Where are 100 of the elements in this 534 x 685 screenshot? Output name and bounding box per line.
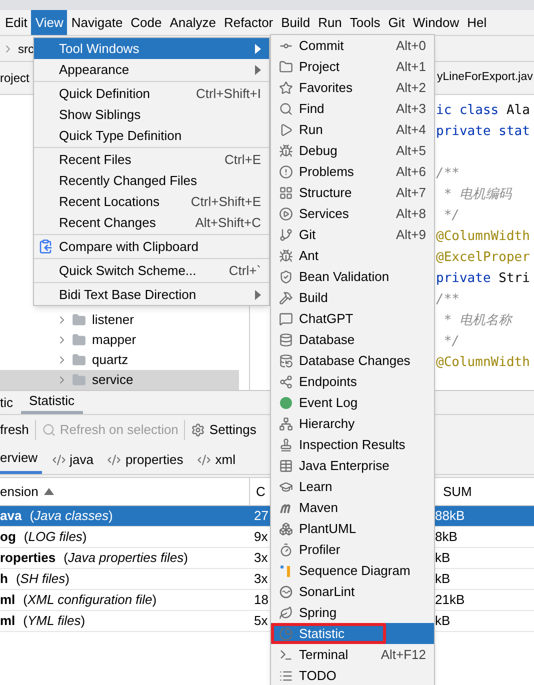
table-cell: 21kB: [435, 592, 465, 608]
folder-icon: [279, 60, 293, 74]
menu-item[interactable]: Quick Definition Ctrl+Shift+I: [34, 83, 269, 104]
menu-item[interactable]: ChatGPT: [271, 308, 434, 329]
menu-bar-item[interactable]: Analyze: [166, 10, 220, 35]
file-type-name: h: [0, 570, 8, 588]
toolbar-button[interactable]: fresh: [0, 420, 29, 440]
menu-bar-item[interactable]: Build: [277, 10, 314, 35]
menu-bar-item[interactable]: Window: [408, 10, 464, 35]
table-cell: 3x: [254, 571, 268, 586]
menu-item[interactable]: Commit Alt+0: [271, 35, 434, 56]
menu-bar-item[interactable]: Git: [384, 10, 409, 35]
menu-item[interactable]: Build: [271, 287, 434, 308]
menu-item[interactable]: Services Alt+8: [271, 203, 434, 224]
list-icon: [279, 668, 293, 682]
menu-item[interactable]: Quick Type Definition: [34, 125, 269, 146]
menu-item[interactable]: Quick Switch Scheme... Ctrl+`: [34, 260, 269, 281]
table-cell: kB: [435, 550, 450, 566]
grid-icon: [279, 186, 293, 200]
menu-item[interactable]: Learn: [271, 476, 434, 497]
menu-bar-item[interactable]: Run: [314, 10, 346, 35]
tree-item[interactable]: mapper: [0, 330, 239, 350]
menu-item[interactable]: Endpoints: [271, 371, 434, 392]
toolbar-button[interactable]: Settings: [191, 420, 256, 440]
search-icon: [42, 423, 56, 437]
menu-bar-item[interactable]: Tools: [346, 10, 384, 35]
view-tab[interactable]: erview: [0, 445, 42, 474]
file-type-name: roperties: [0, 549, 56, 568]
menu-item[interactable]: Statistic: [271, 623, 434, 644]
tree-item[interactable]: listener: [0, 310, 239, 330]
tree-item[interactable]: service: [0, 370, 239, 390]
menu-item[interactable]: Event Log: [271, 392, 434, 413]
menu-item[interactable]: Recently Changed Files: [34, 170, 269, 191]
code-line: */: [442, 207, 460, 225]
leaf-icon: [279, 606, 293, 620]
editor-tab[interactable]: yLineForExport.jav: [437, 69, 533, 87]
menu-item[interactable]: Ant: [271, 245, 434, 266]
menu-item[interactable]: Git Alt+9: [271, 224, 434, 245]
menu-item[interactable]: Bean Validation: [271, 266, 434, 287]
panel-tab[interactable]: tic: [0, 391, 21, 414]
breadcrumb-item[interactable]: src: [18, 40, 34, 58]
code-line: @ExcelProper: [436, 249, 531, 267]
menu-item[interactable]: Hierarchy: [271, 413, 434, 434]
menu-item[interactable]: Java Enterprise: [271, 455, 434, 476]
menu-item[interactable]: Debug Alt+5: [271, 140, 434, 161]
menu-item[interactable]: TODO: [271, 665, 434, 685]
submenu-arrow-icon: [255, 64, 261, 74]
menu-bar-item[interactable]: Hel: [463, 10, 491, 35]
table-cell: 8kB: [435, 529, 458, 544]
timer-icon: [279, 542, 293, 556]
menu-bar-item[interactable]: View: [31, 10, 68, 35]
tree-item[interactable]: quartz: [0, 350, 239, 370]
column-header[interactable]: SUM: [443, 482, 472, 502]
panel-tab[interactable]: Statistic: [21, 391, 83, 414]
menu-item[interactable]: Inspection Results: [271, 434, 434, 455]
menu-bar-item[interactable]: Edit: [1, 10, 32, 35]
table-cell: 9x: [254, 529, 268, 544]
graduation-cap-icon: [279, 480, 293, 494]
menu-item[interactable]: Bidi Text Base Direction: [34, 284, 269, 305]
play-circle-icon: [279, 206, 293, 220]
table-cell: 27: [254, 508, 268, 524]
menu-item[interactable]: Tool Windows: [34, 38, 269, 59]
menu-item[interactable]: Run Alt+4: [271, 119, 434, 140]
file-type-name: ml: [0, 591, 16, 610]
menu-item[interactable]: Database: [271, 329, 434, 350]
menu-item[interactable]: Database Changes: [271, 350, 434, 371]
database-icon: [279, 332, 293, 346]
menu-bar-item[interactable]: Refactor: [220, 10, 278, 35]
menu-item[interactable]: Recent Changes Alt+Shift+C: [34, 212, 269, 233]
menu-item[interactable]: Find Alt+3: [271, 98, 434, 119]
column-header[interactable]: ension: [0, 482, 38, 502]
code-line: @ColumnWidth: [436, 228, 531, 246]
menu-bar-item[interactable]: Code: [126, 10, 166, 35]
menu-item[interactable]: Show Siblings: [34, 104, 269, 125]
code-line: /**: [436, 291, 460, 309]
terminal-icon: [279, 648, 293, 662]
view-tab[interactable]: properties: [107, 445, 188, 474]
clipboard-icon: [38, 239, 53, 254]
panel-title: roject: [0, 70, 30, 87]
menu-item[interactable]: Appearance: [34, 59, 269, 80]
submenu-arrow-icon: [255, 44, 261, 54]
column-header[interactable]: C: [256, 482, 266, 502]
folder-icon: [72, 313, 86, 327]
menu-item[interactable]: Terminal Alt+F12: [271, 644, 434, 665]
view-tab[interactable]: xml: [197, 445, 240, 474]
menu-bar-item[interactable]: Navigate: [67, 10, 127, 35]
code-line: ic class Ala: [436, 102, 531, 120]
sequence-diagram-icon: [279, 564, 293, 578]
menu-item[interactable]: Recent Files Ctrl+E: [34, 149, 269, 170]
menu-item[interactable]: Problems Alt+6: [271, 161, 434, 182]
menu-item[interactable]: Favorites Alt+2: [271, 77, 434, 98]
table-cell: kB: [435, 613, 450, 628]
menu-item[interactable]: Compare with Clipboard: [34, 236, 269, 257]
menu-item[interactable]: Structure Alt+7: [271, 182, 434, 203]
code-line: /**: [436, 165, 460, 183]
view-tab[interactable]: java: [52, 445, 98, 474]
branch-icon: [279, 228, 293, 242]
search-icon: [279, 102, 293, 116]
menu-item[interactable]: Project Alt+1: [271, 56, 434, 77]
menu-item[interactable]: Recent Locations Ctrl+Shift+E: [34, 191, 269, 212]
